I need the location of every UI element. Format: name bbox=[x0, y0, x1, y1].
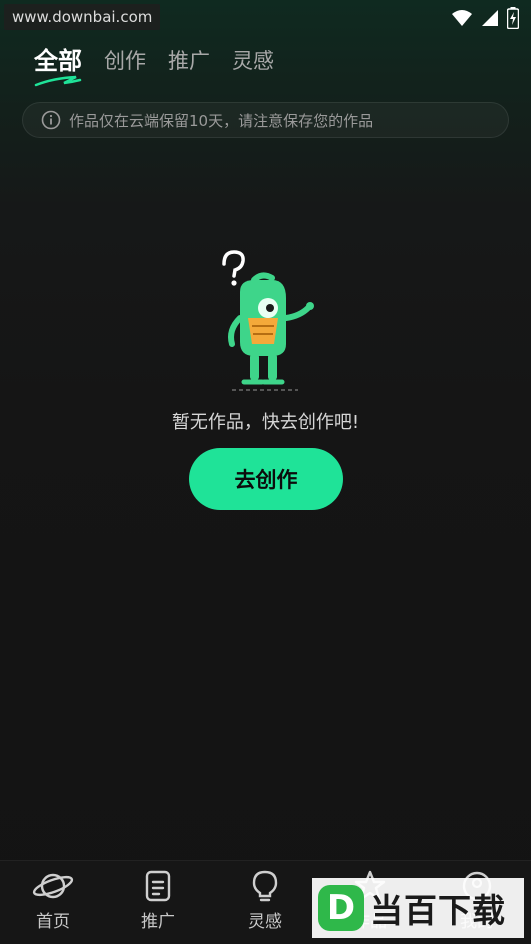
status-bar: www.downbai.com bbox=[0, 0, 531, 34]
nav-item-home[interactable]: 首页 bbox=[13, 869, 93, 932]
status-icons bbox=[451, 7, 519, 29]
tab-all-label: 全部 bbox=[34, 47, 82, 75]
nav-item-inspiration[interactable]: 灵感 bbox=[225, 869, 305, 932]
tab-create[interactable]: 创作 bbox=[104, 44, 146, 78]
app-screen: www.downbai.com 全部 创作 推广 灵感 作品仅在云端保留10天，… bbox=[0, 0, 531, 944]
watermark-logo-text: 当百下载 bbox=[370, 891, 506, 930]
info-icon bbox=[41, 110, 61, 130]
site-watermark: www.downbai.com bbox=[4, 4, 161, 30]
empty-state-message: 暂无作品，快去创作吧! bbox=[171, 412, 360, 433]
nav-item-promote[interactable]: 推广 bbox=[118, 869, 198, 932]
lightbulb-icon bbox=[252, 870, 278, 902]
retention-notice: 作品仅在云端保留10天，请注意保存您的作品 bbox=[22, 102, 509, 138]
battery-icon bbox=[507, 7, 519, 29]
signal-icon bbox=[482, 10, 498, 26]
go-create-button[interactable]: 去创作 bbox=[189, 448, 343, 510]
confused-character-illustration bbox=[222, 250, 314, 391]
document-icon bbox=[145, 870, 171, 902]
wifi-icon bbox=[452, 10, 472, 26]
tab-bar: 全部 创作 推广 灵感 bbox=[34, 44, 274, 87]
nav-label-home: 首页 bbox=[36, 912, 70, 932]
tab-all[interactable]: 全部 bbox=[34, 44, 82, 87]
tab-promote[interactable]: 推广 bbox=[168, 44, 210, 78]
watermark-logo-mark: D bbox=[318, 885, 364, 931]
notice-text: 作品仅在云端保留10天，请注意保存您的作品 bbox=[69, 111, 374, 130]
planet-icon bbox=[32, 873, 74, 899]
nav-label-promote: 推广 bbox=[141, 912, 175, 932]
download-site-watermark: D 当百下载 bbox=[312, 878, 524, 938]
tab-active-indicator bbox=[34, 75, 82, 87]
nav-label-inspiration: 灵感 bbox=[248, 912, 282, 932]
tab-inspiration[interactable]: 灵感 bbox=[232, 44, 274, 78]
